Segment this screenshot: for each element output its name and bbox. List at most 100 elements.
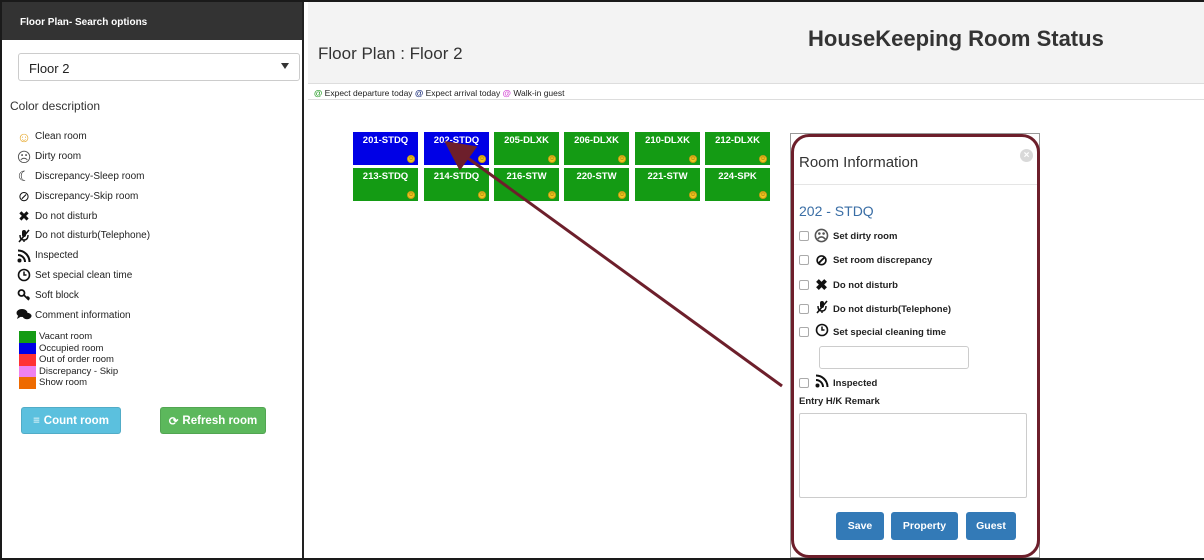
smile-icon: ☺ bbox=[759, 191, 767, 199]
legend-label: Do not disturb bbox=[35, 210, 98, 222]
status-legend: ☺ Clean room ☹ Dirty room ☾ Discrepancy-… bbox=[16, 127, 150, 325]
smile-icon: ☺ bbox=[689, 191, 697, 199]
smile-icon: ☺ bbox=[548, 191, 556, 199]
legend-item-dnd: ✖ Do not disturb bbox=[16, 206, 150, 226]
legend-label: Set special clean time bbox=[35, 269, 133, 281]
room-label: 210-DLXK bbox=[645, 135, 690, 146]
color-legend-label: Out of order room bbox=[39, 354, 114, 366]
color-legend-discrepancy-skip: Discrepancy - Skip bbox=[19, 365, 119, 377]
legend-item-skip: ⊘ Discrepancy-Skip room bbox=[16, 186, 150, 206]
floor-plan-main: Floor Plan : Floor 2 HouseKeeping Room S… bbox=[308, 2, 1204, 558]
color-legend-label: Vacant room bbox=[39, 331, 93, 343]
close-icon[interactable]: × bbox=[1020, 149, 1033, 162]
set-dirty-checkbox[interactable] bbox=[799, 231, 809, 241]
color-legend-label: Occupied room bbox=[39, 342, 104, 354]
option-label: Set room discrepancy bbox=[833, 254, 933, 266]
special-cleaning-time-input[interactable] bbox=[819, 346, 969, 369]
special-cleaning-checkbox[interactable] bbox=[799, 327, 809, 337]
option-label: Inspected bbox=[833, 377, 878, 389]
sad-face-icon: ☹ bbox=[813, 228, 830, 245]
count-room-button[interactable]: ≡ Count room bbox=[21, 407, 121, 434]
search-options-header: Floor Plan- Search options bbox=[2, 2, 302, 40]
option-label: Set dirty room bbox=[833, 230, 898, 242]
room-label: 224-SPK bbox=[718, 171, 757, 182]
legend-item-dirty: ☹ Dirty room bbox=[16, 147, 150, 167]
legend-item-clean: ☺ Clean room bbox=[16, 127, 150, 147]
at-icon-departure: @ bbox=[314, 88, 323, 98]
room-tile-220[interactable]: 220-STW ☺ bbox=[564, 168, 629, 201]
rss-icon bbox=[813, 374, 830, 392]
muted-phone-icon bbox=[16, 228, 32, 244]
option-label: Do not disturb bbox=[833, 279, 898, 291]
room-label: 216-STW bbox=[506, 171, 547, 182]
legend-label: Soft block bbox=[35, 289, 79, 301]
dnd-checkbox[interactable] bbox=[799, 280, 809, 290]
room-tile-202[interactable]: 202-STDQ ☺ bbox=[424, 132, 489, 165]
at-icon-walkin: @ bbox=[502, 88, 511, 98]
room-tile-214[interactable]: 214-STDQ ☺ bbox=[424, 168, 489, 201]
walkin-label: Walk-in guest bbox=[513, 88, 565, 98]
clock-icon bbox=[16, 267, 32, 283]
vacant-swatch bbox=[19, 331, 36, 343]
room-tile-221[interactable]: 221-STW ☺ bbox=[635, 168, 700, 201]
muted-phone-icon bbox=[813, 300, 830, 318]
dnd-telephone-checkbox[interactable] bbox=[799, 304, 809, 314]
floor-title: Floor Plan : Floor 2 bbox=[318, 44, 463, 63]
legend-item-inspected: Inspected bbox=[16, 246, 150, 266]
guest-button[interactable]: Guest bbox=[966, 512, 1016, 540]
at-icon-arrival: @ bbox=[414, 88, 424, 98]
option-dnd: ✖ Do not disturb bbox=[799, 276, 898, 294]
room-tile-212[interactable]: 212-DLXK ☺ bbox=[705, 132, 770, 165]
room-label: 220-STW bbox=[576, 171, 617, 182]
smile-icon: ☺ bbox=[478, 155, 486, 163]
option-label: Set special cleaning time bbox=[833, 326, 946, 338]
refresh-icon: ⟳ bbox=[168, 415, 179, 428]
color-legend-label: Show room bbox=[39, 377, 88, 389]
expect-departure-label: Expect departure today bbox=[324, 88, 413, 98]
room-tile-216[interactable]: 216-STW ☺ bbox=[494, 168, 559, 201]
legend-label: Discrepancy-Sleep room bbox=[35, 170, 145, 182]
room-tile-224[interactable]: 224-SPK ☺ bbox=[705, 168, 770, 201]
room-tile-201[interactable]: 201-STDQ ☺ bbox=[353, 132, 418, 165]
room-tile-213[interactable]: 213-STDQ ☺ bbox=[353, 168, 418, 201]
save-button[interactable]: Save bbox=[836, 512, 884, 540]
option-special-cleaning: Set special cleaning time bbox=[799, 323, 946, 341]
option-set-discrepancy: ⊘ Set room discrepancy bbox=[799, 251, 932, 269]
color-legend-label: Discrepancy - Skip bbox=[39, 365, 119, 377]
x-icon: ✖ bbox=[815, 277, 828, 294]
legend-item-dnd-telephone: Do not disturb(Telephone) bbox=[16, 226, 150, 246]
room-information-title: Room Information bbox=[799, 154, 919, 171]
floor-select-value: Floor 2 bbox=[29, 61, 70, 76]
smile-icon: ☺ bbox=[407, 155, 415, 163]
key-icon bbox=[16, 287, 32, 303]
option-dnd-telephone: Do not disturb(Telephone) bbox=[799, 300, 951, 318]
option-set-dirty: ☹ Set dirty room bbox=[799, 227, 897, 245]
chevron-down-icon bbox=[281, 63, 289, 69]
option-inspected: Inspected bbox=[799, 374, 877, 392]
inspected-checkbox[interactable] bbox=[799, 378, 809, 388]
search-options-panel: Floor Plan- Search options Floor 2 Color… bbox=[2, 2, 304, 558]
out-of-order-swatch bbox=[19, 354, 36, 366]
room-tile-205[interactable]: 205-DLXK ☺ bbox=[494, 132, 559, 165]
remark-textarea[interactable] bbox=[799, 413, 1027, 498]
floor-select[interactable]: Floor 2 bbox=[18, 53, 300, 81]
no-entry-icon: ⊘ bbox=[815, 252, 828, 269]
room-tile-206[interactable]: 206-DLXK ☺ bbox=[564, 132, 629, 165]
color-legend: Vacant room Occupied room Out of order r… bbox=[19, 331, 118, 389]
room-label: 212-DLXK bbox=[715, 135, 760, 146]
property-button[interactable]: Property bbox=[891, 512, 958, 540]
smile-icon: ☺ bbox=[16, 128, 32, 145]
refresh-room-label: Refresh room bbox=[182, 414, 258, 427]
smile-icon: ☺ bbox=[759, 155, 767, 163]
set-discrepancy-checkbox[interactable] bbox=[799, 255, 809, 265]
legend-item-comment: Comment information bbox=[16, 305, 150, 325]
divider bbox=[791, 184, 1039, 185]
room-label: 214-STDQ bbox=[433, 171, 480, 182]
room-tile-210[interactable]: 210-DLXK ☺ bbox=[635, 132, 700, 165]
color-description-label: Color description bbox=[10, 99, 101, 113]
x-icon: ✖ bbox=[18, 208, 30, 225]
legend-item-sleep: ☾ Discrepancy-Sleep room bbox=[16, 167, 150, 187]
expect-arrival-label: Expect arrival today bbox=[425, 88, 501, 98]
annotation-arrow bbox=[444, 140, 783, 388]
refresh-room-button[interactable]: ⟳ Refresh room bbox=[160, 407, 266, 434]
